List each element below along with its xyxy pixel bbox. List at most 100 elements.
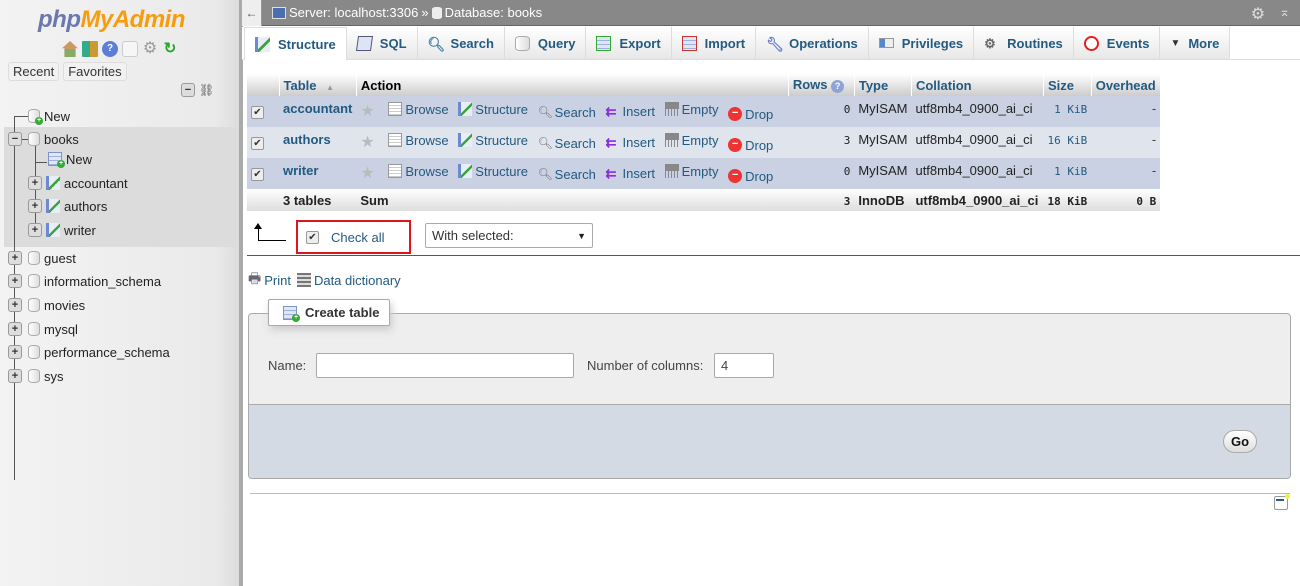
favorites-button[interactable]: Favorites xyxy=(63,62,127,81)
toggle-navigation-button[interactable]: ← xyxy=(242,0,262,26)
tree-db-guest[interactable]: + guest xyxy=(8,247,76,269)
expand-icon[interactable]: + xyxy=(28,223,42,237)
size-link[interactable]: 1 KiB xyxy=(1054,165,1087,178)
console-toggle-icon[interactable] xyxy=(1274,494,1290,510)
tab-query[interactable]: Query xyxy=(504,27,587,59)
recent-button[interactable]: Recent xyxy=(8,62,60,81)
tree-db-mysql[interactable]: + mysql xyxy=(8,318,78,340)
expand-icon[interactable]: + xyxy=(8,274,22,288)
tab-search[interactable]: 🔍︎ Search xyxy=(417,27,505,59)
tree-table-authors[interactable]: + authors xyxy=(28,195,107,217)
browse-action[interactable]: Browse xyxy=(388,102,449,117)
print-link[interactable]: 🖶 Print xyxy=(248,268,291,292)
column-header-rows[interactable]: Rows ? xyxy=(788,74,855,96)
data-dictionary-link[interactable]: Data dictionary xyxy=(296,273,401,288)
table-name-link[interactable]: writer xyxy=(283,163,318,178)
structure-action[interactable]: Structure xyxy=(458,133,528,148)
check-all-checkbox[interactable]: ✔ xyxy=(306,230,319,244)
breadcrumb-server[interactable]: Server: localhost:3306 xyxy=(289,5,418,20)
insert-action[interactable]: ⇇ Insert xyxy=(606,104,656,120)
favorite-star-icon[interactable]: ★ xyxy=(360,134,374,151)
table-row: ✔ accountant ★ Browse Structure 🔍︎ Search… xyxy=(247,96,1161,127)
column-header-overhead[interactable]: Overhead xyxy=(1091,74,1161,96)
column-header-table[interactable]: Table ▲ xyxy=(279,74,357,96)
search-action[interactable]: 🔍︎ Search xyxy=(538,136,596,151)
drop-action[interactable]: − Drop xyxy=(728,107,773,122)
drop-action[interactable]: − Drop xyxy=(728,138,773,153)
expand-icon[interactable]: + xyxy=(28,176,42,190)
table-name-input[interactable] xyxy=(316,353,574,378)
table-row: ✔ authors ★ Browse Structure 🔍︎ Search ⇇ I… xyxy=(247,127,1161,158)
empty-icon xyxy=(664,164,679,178)
tree-db-sys[interactable]: + sys xyxy=(8,365,64,387)
search-action[interactable]: 🔍︎ Search xyxy=(538,105,596,120)
empty-action[interactable]: Empty xyxy=(664,102,718,117)
expand-icon[interactable]: + xyxy=(8,345,22,359)
browse-action[interactable]: Browse xyxy=(388,133,449,148)
check-all[interactable]: ✔ Check all xyxy=(296,220,411,254)
tab-routines[interactable]: ⚙ Routines xyxy=(974,27,1074,59)
settings-icon[interactable]: ⚙ xyxy=(142,41,158,57)
collapse-all-icon[interactable]: − xyxy=(181,83,195,97)
column-header-type[interactable]: Type xyxy=(854,74,912,96)
drop-action[interactable]: − Drop xyxy=(728,169,773,184)
column-header-collation[interactable]: Collation xyxy=(911,74,1044,96)
docs-icon[interactable] xyxy=(122,41,138,57)
expand-icon[interactable]: + xyxy=(8,322,22,336)
favorite-star-icon[interactable]: ★ xyxy=(360,103,374,120)
collapse-top-icon[interactable]: ⌅ xyxy=(1279,4,1290,24)
structure-action[interactable]: Structure xyxy=(458,102,528,117)
overhead: - xyxy=(1151,101,1157,116)
row-checkbox[interactable]: ✔ xyxy=(251,168,264,181)
row-checkbox[interactable]: ✔ xyxy=(251,106,264,119)
column-header-size[interactable]: Size xyxy=(1043,74,1092,96)
expand-icon[interactable]: + xyxy=(28,199,42,213)
tree-new-table[interactable]: + New xyxy=(48,148,92,170)
favorite-star-icon[interactable]: ★ xyxy=(360,165,374,182)
phpmyadmin-logo[interactable]: phpMyAdmin xyxy=(38,6,185,34)
search-action[interactable]: 🔍︎ Search xyxy=(538,167,596,182)
reload-icon[interactable]: ↻ xyxy=(162,41,178,57)
tab-events[interactable]: Events xyxy=(1073,27,1161,59)
size-link[interactable]: 16 KiB xyxy=(1047,134,1087,147)
expand-icon[interactable]: + xyxy=(8,298,22,312)
tab-privileges[interactable]: Privileges xyxy=(868,27,975,59)
tab-import[interactable]: Import xyxy=(671,27,757,59)
expand-icon[interactable]: + xyxy=(8,369,22,383)
tab-structure[interactable]: Structure xyxy=(244,27,347,60)
tree-table-accountant[interactable]: + accountant xyxy=(28,172,128,194)
size-link[interactable]: 1 KiB xyxy=(1054,103,1087,116)
insert-action[interactable]: ⇇ Insert xyxy=(606,135,656,151)
expand-icon[interactable]: + xyxy=(8,251,22,265)
tree-table-writer[interactable]: + writer xyxy=(28,219,96,241)
summary-label: Sum xyxy=(356,189,789,211)
number-of-columns-input[interactable]: 4 xyxy=(714,353,774,378)
insert-action[interactable]: ⇇ Insert xyxy=(606,166,656,182)
table-name-link[interactable]: accountant xyxy=(283,101,352,116)
logout-icon[interactable] xyxy=(82,41,98,57)
tree-db-performance-schema[interactable]: + performance_schema xyxy=(8,341,170,363)
with-selected-dropdown[interactable]: With selected: ▼ xyxy=(425,223,593,248)
tab-operations[interactable]: 🔧︎ Operations xyxy=(756,27,869,59)
collapse-icon[interactable]: − xyxy=(8,132,22,146)
tree-new-database[interactable]: + New xyxy=(28,105,70,127)
help-icon[interactable]: ? xyxy=(102,41,118,57)
go-button[interactable]: Go xyxy=(1223,430,1257,453)
link-with-main-icon[interactable]: ⛓ xyxy=(199,83,214,97)
row-checkbox[interactable]: ✔ xyxy=(251,137,264,150)
empty-action[interactable]: Empty xyxy=(664,164,718,179)
tab-export[interactable]: Export xyxy=(586,27,672,59)
tab-sql[interactable]: SQL xyxy=(346,27,418,59)
tree-db-movies[interactable]: + movies xyxy=(8,294,85,316)
help-icon[interactable]: ? xyxy=(831,80,845,93)
tab-more[interactable]: ▼ More xyxy=(1160,27,1231,59)
breadcrumb-database[interactable]: Database: books xyxy=(445,5,543,20)
browse-action[interactable]: Browse xyxy=(388,164,449,179)
structure-action[interactable]: Structure xyxy=(458,164,528,179)
tree-db-books[interactable]: − books xyxy=(8,128,79,150)
empty-action[interactable]: Empty xyxy=(664,133,718,148)
table-name-link[interactable]: authors xyxy=(283,132,331,147)
settings-icon[interactable]: ⚙ xyxy=(1251,4,1265,24)
tree-db-information-schema[interactable]: + information_schema xyxy=(8,270,161,292)
home-icon[interactable] xyxy=(62,41,78,57)
